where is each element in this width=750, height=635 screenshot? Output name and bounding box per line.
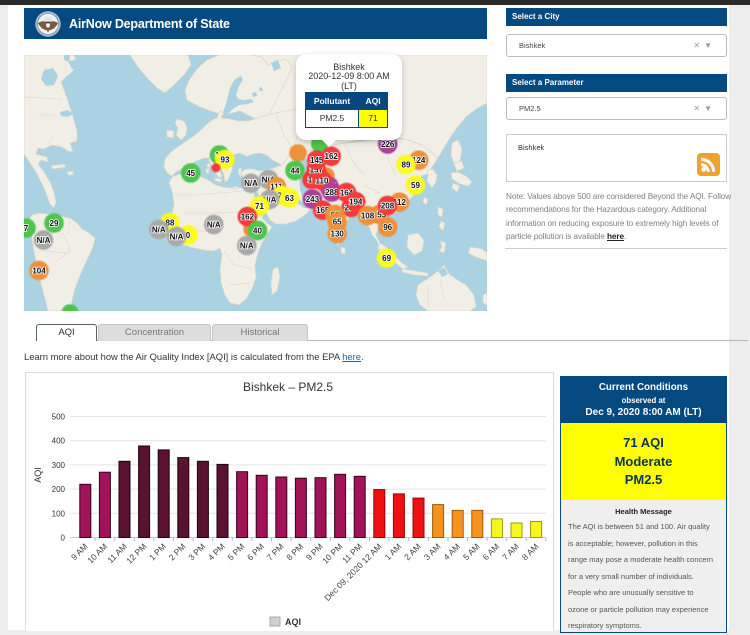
svg-text:2 PM: 2 PM xyxy=(167,541,188,562)
svg-text:N/A: N/A xyxy=(37,236,51,245)
svg-text:AQI: AQI xyxy=(33,467,43,483)
svg-text:194: 194 xyxy=(349,197,363,206)
svg-text:400: 400 xyxy=(52,437,66,446)
svg-text:7 PM: 7 PM xyxy=(265,541,286,562)
svg-text:5 AM: 5 AM xyxy=(461,541,482,562)
svg-text:93: 93 xyxy=(221,155,230,164)
svg-text:300: 300 xyxy=(52,461,66,470)
svg-text:N/A: N/A xyxy=(152,225,166,234)
svg-text:6 AM: 6 AM xyxy=(481,541,502,562)
svg-text:4 PM: 4 PM xyxy=(206,541,227,562)
svg-text:162: 162 xyxy=(241,212,255,221)
svg-text:63: 63 xyxy=(285,194,294,203)
svg-text:108: 108 xyxy=(361,211,375,220)
svg-text:12 PM: 12 PM xyxy=(124,541,148,565)
svg-text:500: 500 xyxy=(52,413,66,422)
svg-text:8 AM: 8 AM xyxy=(520,541,541,562)
svg-text:Bishkek – PM2.5: Bishkek – PM2.5 xyxy=(243,380,333,394)
svg-text:4 AM: 4 AM xyxy=(441,541,462,562)
svg-text:N/A: N/A xyxy=(244,179,258,188)
svg-text:40: 40 xyxy=(253,226,262,235)
svg-text:N/A: N/A xyxy=(240,241,254,250)
svg-text:7: 7 xyxy=(24,224,29,233)
svg-text:1 PM: 1 PM xyxy=(147,541,168,562)
svg-text:3 AM: 3 AM xyxy=(422,541,443,562)
svg-text:226: 226 xyxy=(381,140,395,149)
svg-text:8 PM: 8 PM xyxy=(284,541,305,562)
svg-text:10 AM: 10 AM xyxy=(85,541,109,565)
svg-text:11 AM: 11 AM xyxy=(105,541,129,565)
svg-text:59: 59 xyxy=(411,181,420,190)
svg-text:N/A: N/A xyxy=(207,220,221,229)
svg-text:69: 69 xyxy=(382,254,391,263)
svg-text:130: 130 xyxy=(331,229,345,238)
svg-text:96: 96 xyxy=(383,223,392,232)
svg-text:162: 162 xyxy=(325,152,339,161)
svg-text:N/A: N/A xyxy=(170,232,184,241)
svg-text:89: 89 xyxy=(402,160,411,169)
svg-text:5 PM: 5 PM xyxy=(225,541,246,562)
svg-text:200: 200 xyxy=(52,485,66,494)
svg-text:0: 0 xyxy=(61,534,66,543)
svg-text:10 PM: 10 PM xyxy=(320,541,344,565)
svg-text:3 PM: 3 PM xyxy=(186,541,207,562)
svg-text:1 AM: 1 AM xyxy=(383,541,404,562)
svg-text:2 AM: 2 AM xyxy=(402,541,423,562)
svg-text:208: 208 xyxy=(381,201,395,210)
svg-text:45: 45 xyxy=(186,169,195,178)
svg-text:44: 44 xyxy=(291,166,300,175)
svg-text:104: 104 xyxy=(32,266,46,275)
svg-text:AQI: AQI xyxy=(285,617,301,627)
svg-text:7 AM: 7 AM xyxy=(500,541,521,562)
svg-text:6 PM: 6 PM xyxy=(245,541,266,562)
svg-text:100: 100 xyxy=(52,509,66,518)
svg-text:71: 71 xyxy=(255,202,264,211)
svg-text:29: 29 xyxy=(50,219,59,228)
